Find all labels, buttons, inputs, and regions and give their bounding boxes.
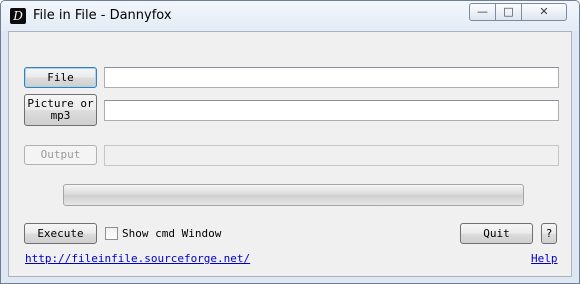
help-link[interactable]: Help <box>531 252 558 265</box>
picture-path-field[interactable] <box>104 100 559 121</box>
progress-bar <box>63 184 524 206</box>
title-bar[interactable]: D File in File - Dannyfox — □ ✕ <box>1 1 579 31</box>
close-icon: ✕ <box>539 5 549 18</box>
quit-button[interactable]: Quit <box>460 223 533 244</box>
picture-or-mp3-button[interactable]: Picture or mp3 <box>24 94 97 126</box>
file-button[interactable]: File <box>24 67 97 88</box>
app-window: D File in File - Dannyfox — □ ✕ File Pic… <box>0 0 580 284</box>
app-icon: D <box>10 8 26 24</box>
show-cmd-label[interactable]: Show cmd Window <box>122 227 221 240</box>
file-path-field[interactable] <box>104 67 559 88</box>
website-link[interactable]: http://fileinfile.sourceforge.net/ <box>25 252 250 265</box>
maximize-icon: □ <box>503 5 514 18</box>
output-button: Output <box>24 145 97 165</box>
minimize-button[interactable]: — <box>469 3 496 21</box>
execute-button[interactable]: Execute <box>24 223 97 244</box>
minimize-icon: — <box>477 5 488 18</box>
client-area: File Picture or mp3 Output Execute Show … <box>8 31 572 277</box>
output-path-field <box>104 145 559 166</box>
close-button[interactable]: ✕ <box>521 3 567 21</box>
picture-button-label-line2: mp3 <box>50 109 71 122</box>
maximize-button[interactable]: □ <box>495 3 522 21</box>
window-title: File in File - Dannyfox <box>33 8 172 23</box>
show-cmd-checkbox[interactable] <box>105 227 118 240</box>
question-button[interactable]: ? <box>541 223 557 244</box>
